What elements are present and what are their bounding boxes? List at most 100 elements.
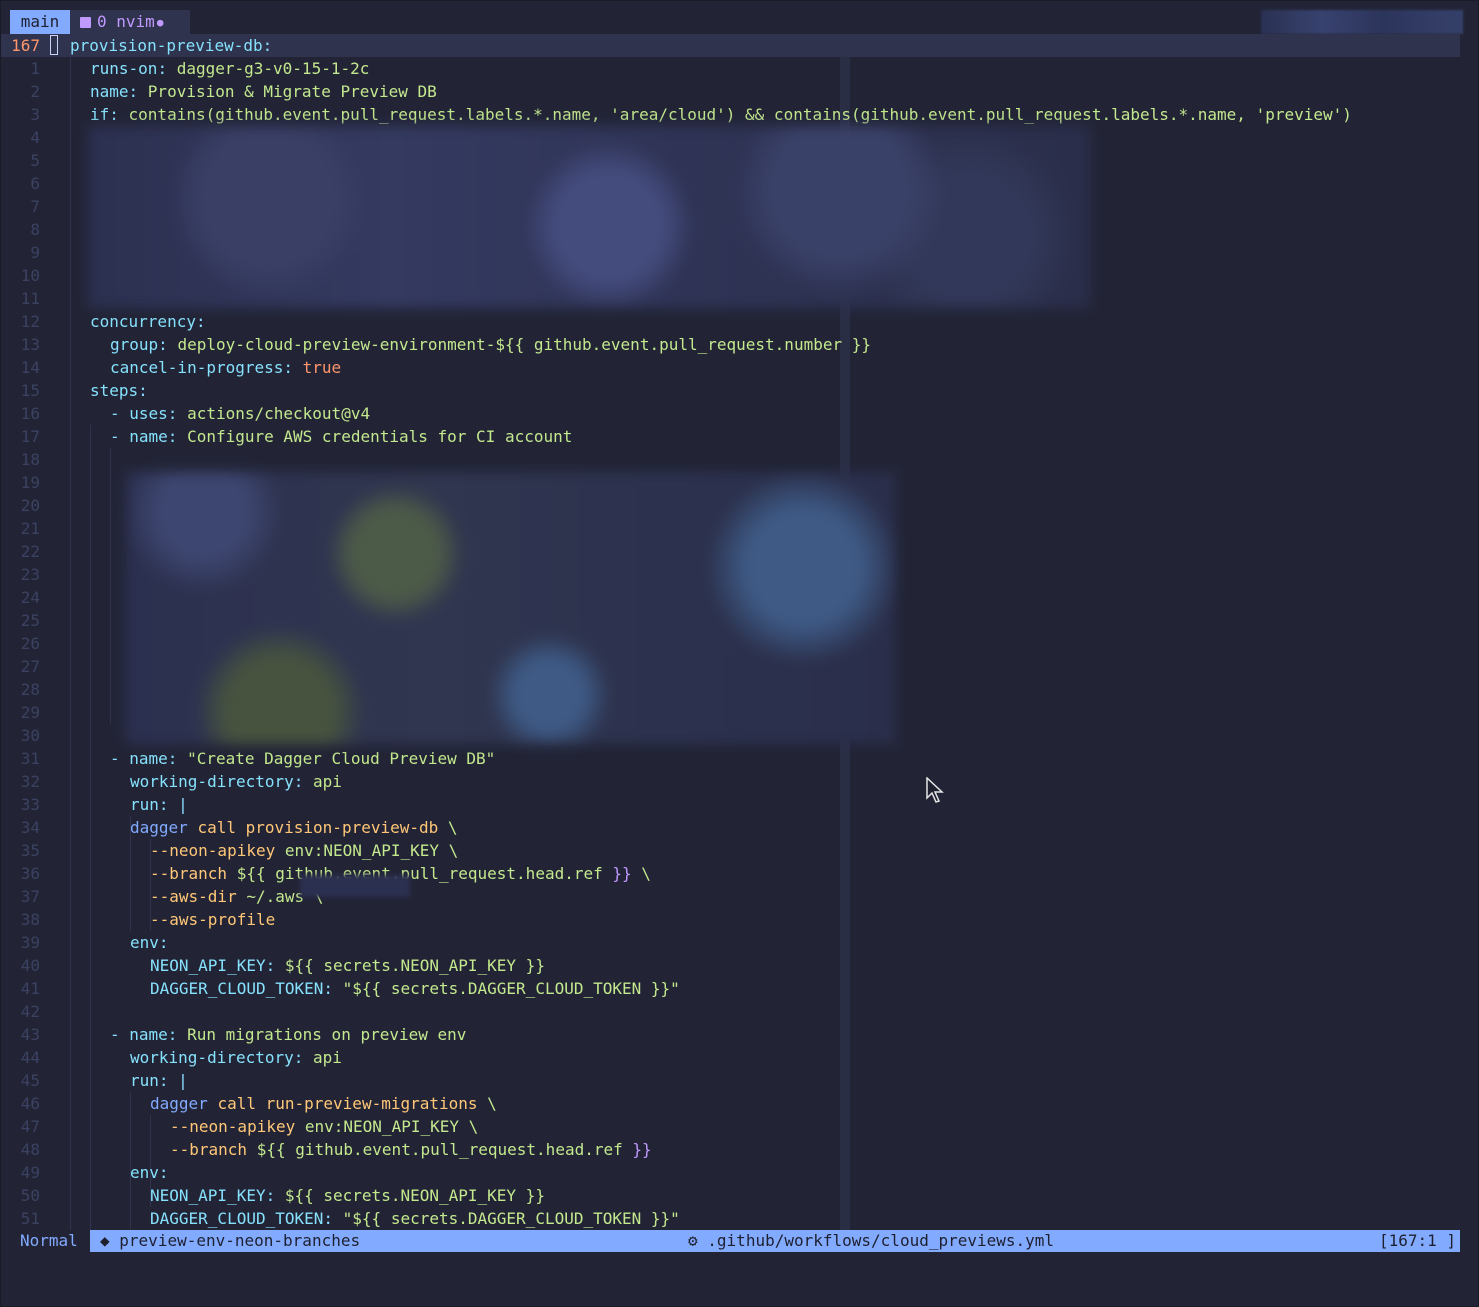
code-line[interactable]: 16 - uses: actions/checkout@v4 <box>0 402 1460 425</box>
code-line[interactable]: 3 if: contains(github.event.pull_request.… <box>0 103 1460 126</box>
code-token: env:NEON_API_KEY \ <box>275 841 459 860</box>
code-token: name <box>129 427 168 446</box>
code-line[interactable]: 1 runs-on: dagger-g3-v0-15-1-2c <box>0 57 1460 80</box>
code-token: runs-on <box>90 59 158 78</box>
line-number: 36 <box>20 864 40 883</box>
code-line[interactable]: 38 --aws-profile <box>0 908 1460 931</box>
code-line[interactable]: 14 cancel-in-progress: true <box>0 356 1460 379</box>
code-token: "${{ secrets.DAGGER_CLOUD_TOKEN }}" <box>342 979 680 998</box>
code-line[interactable]: 49 env: <box>0 1161 1460 1184</box>
line-number: 49 <box>20 1163 40 1182</box>
code-line[interactable]: 31 - name: "Create Dagger Cloud Preview D… <box>0 747 1460 770</box>
line-number: 27 <box>20 657 40 676</box>
code-line[interactable]: 44 working-directory: api <box>0 1046 1460 1069</box>
code-token: : <box>265 956 285 975</box>
code-line[interactable]: 36 --branch ${{ github.event.pull_request… <box>0 862 1460 885</box>
terminal-icon <box>80 17 91 28</box>
code-line[interactable]: 46 dagger call run-preview-migrations \ <box>0 1092 1460 1115</box>
code-token: ${{ secrets.NEON_API_KEY }} <box>284 956 545 975</box>
line-number: 7 <box>30 197 40 216</box>
code-token: cancel-in-progress <box>110 358 284 377</box>
code-text: --aws-dir ~/.aws \ <box>150 885 323 908</box>
line-number: 6 <box>30 174 40 193</box>
code-token: --aws-profile <box>150 910 276 929</box>
line-number: 24 <box>20 588 40 607</box>
git-branch[interactable]: ◆ preview-env-neon-branches <box>100 1230 360 1252</box>
code-line[interactable]: 40 NEON_API_KEY: ${{ secrets.NEON_API_KEY… <box>0 954 1460 977</box>
code-token: : <box>109 105 129 124</box>
file-path[interactable]: ⚙ .github/workflows/cloud_previews.yml <box>688 1230 1054 1252</box>
code-line[interactable]: 37 --aws-dir ~/.aws \ <box>0 885 1460 908</box>
current-line[interactable]: 167 provision-preview-db: <box>0 34 1460 57</box>
code-text: steps: <box>90 379 148 402</box>
code-token: run <box>130 795 159 814</box>
line-number: 5 <box>30 151 40 170</box>
code-text: DAGGER_CLOUD_TOKEN: "${{ secrets.DAGGER_… <box>150 977 680 1000</box>
tmux-window-tab[interactable]: 0 nvim ● <box>70 10 190 34</box>
code-token: }} <box>632 1140 652 1159</box>
code-token: : <box>157 59 177 78</box>
tmux-window-name: nvim <box>116 12 155 31</box>
code-line[interactable]: 17 - name: Configure AWS credentials for … <box>0 425 1460 448</box>
code-line[interactable]: 32 working-directory: api <box>0 770 1460 793</box>
code-token: env <box>130 933 159 952</box>
code-token: dagger <box>150 1094 208 1113</box>
tmux-session-name[interactable]: main <box>10 10 70 34</box>
code-line[interactable]: 35 --neon-apikey env:NEON_API_KEY \ <box>0 839 1460 862</box>
line-number: 28 <box>20 680 40 699</box>
code-line[interactable]: 13 group: deploy-cloud-preview-environmen… <box>0 333 1460 356</box>
line-number: 16 <box>20 404 40 423</box>
code-token: : <box>158 1163 169 1182</box>
code-line[interactable]: 15 steps: <box>0 379 1460 402</box>
tmux-status-bar: main 0 nvim ● <box>0 0 1479 34</box>
mouse-pointer-icon <box>926 777 944 803</box>
code-token: ${{ github.event.pull_request.head.ref <box>247 1140 633 1159</box>
tmux-window-flag: ● <box>156 16 164 29</box>
code-line[interactable]: 41 DAGGER_CLOUD_TOKEN: "${{ secrets.DAGGE… <box>0 977 1460 1000</box>
code-token: - <box>110 749 130 768</box>
code-line[interactable]: 51 DAGGER_CLOUD_TOKEN: "${{ secrets.DAGGE… <box>0 1207 1460 1230</box>
line-number: 18 <box>20 450 40 469</box>
code-token: DAGGER_CLOUD_TOKEN <box>150 979 324 998</box>
code-text: - name: "Create Dagger Cloud Preview DB" <box>110 747 495 770</box>
code-text: --neon-apikey env:NEON_API_KEY \ <box>170 1115 478 1138</box>
code-token: : <box>265 1186 285 1205</box>
code-line[interactable]: 2 name: Provision & Migrate Preview DB <box>0 80 1460 103</box>
line-number: 19 <box>20 473 40 492</box>
gear-icon: ⚙ <box>688 1231 698 1250</box>
code-line[interactable]: 33 run: | <box>0 793 1460 816</box>
code-token: "${{ secrets.DAGGER_CLOUD_TOKEN }}" <box>342 1209 680 1228</box>
line-number: 38 <box>20 910 40 929</box>
code-line[interactable]: 50 NEON_API_KEY: ${{ secrets.NEON_API_KEY… <box>0 1184 1460 1207</box>
code-line[interactable]: 45 run: | <box>0 1069 1460 1092</box>
code-token: "Create Dagger Cloud Preview DB" <box>187 749 496 768</box>
code-line[interactable]: 12 concurrency: <box>0 310 1460 333</box>
code-line[interactable]: 43 - name: Run migrations on preview env <box>0 1023 1460 1046</box>
code-line[interactable]: 42 <box>0 1000 1460 1023</box>
code-token: --aws-dir <box>150 887 237 906</box>
code-text: group: deploy-cloud-preview-environment-… <box>110 333 871 356</box>
line-number: 10 <box>20 266 40 285</box>
code-token: \ <box>477 1094 497 1113</box>
code-line[interactable]: 34 dagger call provision-preview-db \ <box>0 816 1460 839</box>
code-token: dagger <box>130 818 188 837</box>
code-line[interactable]: 47 --neon-apikey env:NEON_API_KEY \ <box>0 1115 1460 1138</box>
code-token: provision-preview-db <box>245 818 439 837</box>
code-text: runs-on: dagger-g3-v0-15-1-2c <box>90 57 369 80</box>
code-token: contains(github.event.pull_request.label… <box>128 105 1352 124</box>
code-token: : | <box>158 1071 188 1090</box>
mode-indicator: Normal <box>20 1231 78 1250</box>
code-line[interactable]: 48 --branch ${{ github.event.pull_request… <box>0 1138 1460 1161</box>
code-text: dagger call provision-preview-db \ <box>130 816 458 839</box>
line-number: 44 <box>20 1048 40 1067</box>
code-token: dagger-g3-v0-15-1-2c <box>176 59 370 78</box>
code-text: name: Provision & Migrate Preview DB <box>90 80 437 103</box>
code-line[interactable]: 39 env: <box>0 931 1460 954</box>
code-token: Configure AWS credentials for CI account <box>187 427 573 446</box>
code-line[interactable]: 18 <box>0 448 1460 471</box>
code-token: if <box>90 105 110 124</box>
line-number: 23 <box>20 565 40 584</box>
code-token: : <box>167 404 188 423</box>
code-text: if: contains(github.event.pull_request.l… <box>90 103 1352 126</box>
